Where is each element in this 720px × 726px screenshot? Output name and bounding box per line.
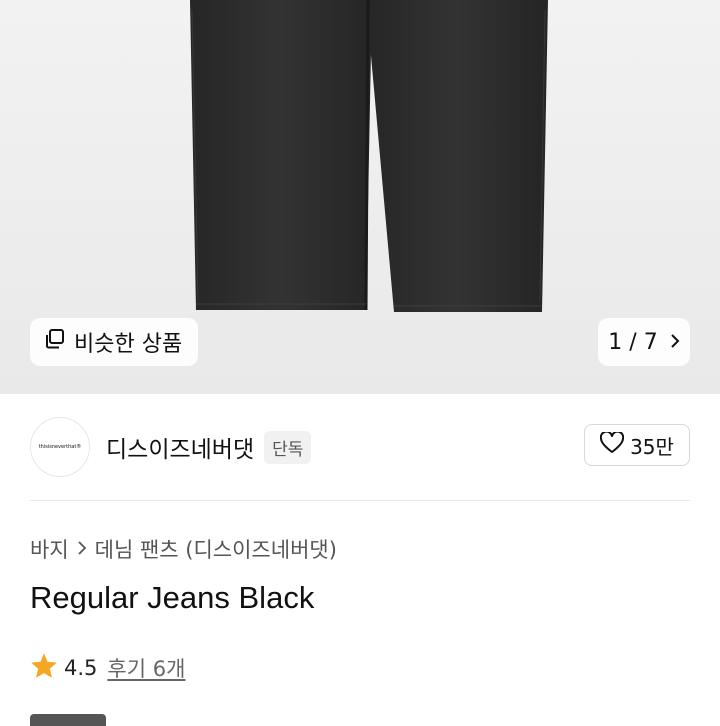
copy-icon xyxy=(44,328,66,356)
brand-row: thisisneverthat® 디스이즈네버댓 단독 35만 xyxy=(30,414,690,480)
breadcrumb: 바지 데님 팬츠 (디스이즈네버댓) xyxy=(30,534,337,564)
rating-row: 4.5 후기 6개 xyxy=(30,652,185,684)
exclusive-badge: 단독 xyxy=(264,430,312,464)
image-pager-button[interactable]: 1 / 7 xyxy=(598,318,690,366)
star-icon xyxy=(30,652,58,684)
brand-logo[interactable]: thisisneverthat® xyxy=(30,417,90,477)
breadcrumb-category[interactable]: 바지 xyxy=(30,534,69,564)
brand-logo-text: thisisneverthat® xyxy=(38,444,82,450)
bottom-tab-indicator[interactable] xyxy=(30,714,106,726)
chevron-right-icon xyxy=(670,330,680,355)
reviews-link[interactable]: 후기 6개 xyxy=(107,653,185,683)
product-title: Regular Jeans Black xyxy=(30,580,315,615)
divider xyxy=(30,500,690,501)
brand-name[interactable]: 디스이즈네버댓 xyxy=(106,430,254,464)
similar-products-button[interactable]: 비슷한 상품 xyxy=(30,318,199,366)
product-image-gallery[interactable]: 비슷한 상품 1 / 7 xyxy=(0,0,720,394)
chevron-right-icon xyxy=(77,537,87,561)
brand-like-button[interactable]: 35만 xyxy=(584,424,690,466)
similar-products-label: 비슷한 상품 xyxy=(74,332,183,357)
heart-icon xyxy=(599,430,625,459)
like-count: 35만 xyxy=(630,434,674,459)
image-pager-label: 1 / 7 xyxy=(608,329,658,355)
breadcrumb-subcategory[interactable]: 데님 팬츠 (디스이즈네버댓) xyxy=(95,534,337,564)
rating-score: 4.5 xyxy=(64,656,98,680)
